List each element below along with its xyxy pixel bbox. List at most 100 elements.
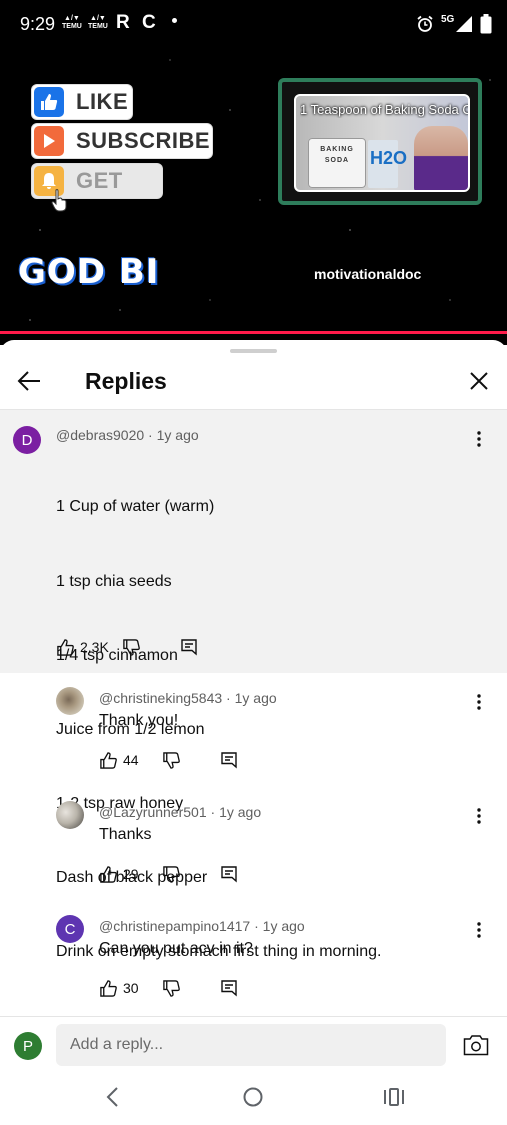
jar-label: BAKING SODA (320, 146, 354, 164)
avatar[interactable]: D (13, 426, 41, 454)
comment-time: 1y ago (234, 690, 277, 706)
reply-icon[interactable] (220, 979, 238, 997)
temu-label-2: TEMU (88, 23, 108, 30)
status-bar: 9:29 ▲/▼ TEMU ▲/▼ TEMU R C 5G (0, 0, 507, 50)
video-overlay-title: GOD BI (18, 252, 160, 292)
comment-actions: 2.3K (56, 636, 198, 658)
hand-cursor-icon (51, 189, 67, 212)
drag-handle[interactable] (230, 349, 277, 353)
temu-label-1: TEMU (62, 23, 82, 30)
comment-meta: @Lazyrunner501 · 1y ago (99, 804, 262, 820)
sheet-title: Replies (85, 368, 167, 394)
system-nav-bar (0, 1070, 507, 1125)
battery-icon (480, 14, 492, 34)
thumbs-down-icon[interactable] (122, 638, 141, 657)
comment-meta: @debras9020 · 1y ago (56, 427, 199, 443)
like-overlay-graphic: LIKE (32, 85, 132, 119)
more-options-icon[interactable] (469, 692, 489, 712)
avatar[interactable] (56, 801, 84, 829)
replies-sheet: Replies D @debras9020 · 1y ago 1 Cup of … (0, 340, 507, 1125)
get-overlay-label: GET (76, 168, 123, 193)
more-notifications-dot-icon (172, 18, 177, 23)
baking-soda-jar-image: BAKING SODA (308, 138, 366, 188)
close-icon[interactable] (466, 368, 492, 394)
comment-text: Thank you! (99, 712, 179, 729)
subscribe-overlay-label: SUBSCRIBE (76, 128, 211, 153)
temu-notification-icon: ▲/▼ TEMU (88, 15, 108, 30)
camera-icon[interactable] (463, 1034, 489, 1056)
parent-comment: D @debras9020 · 1y ago 1 Cup of water (w… (0, 410, 507, 960)
reply-icon[interactable] (220, 865, 238, 883)
video-channel-watermark: motivationaldoc (314, 266, 422, 282)
avatar-letter: P (22, 1037, 33, 1055)
user-avatar: P (14, 1032, 42, 1060)
comment-actions: 29 (99, 863, 238, 885)
play-icon (34, 126, 64, 156)
presenter-image (414, 126, 468, 190)
comment-author[interactable]: @christinepampino1417 (99, 918, 250, 934)
comment-meta: @christineking5843 · 1y ago (99, 690, 277, 706)
thumbs-up-icon (57, 638, 74, 656)
more-options-icon[interactable] (469, 429, 489, 449)
like-button[interactable]: 2.3K (56, 638, 109, 657)
like-count: 30 (123, 980, 139, 996)
comment-author[interactable]: @christineking5843 (99, 690, 222, 706)
temu-notification-icon: ▲/▼ TEMU (62, 15, 82, 30)
sheet-header: Replies (0, 354, 507, 409)
comment-time: 1y ago (219, 804, 262, 820)
like-button[interactable]: 30 (99, 979, 139, 998)
r-notification-icon: R (116, 12, 130, 33)
nav-home-icon[interactable] (242, 1086, 264, 1108)
comment-time: 1y ago (262, 918, 305, 934)
video-player[interactable]: 9:29 ▲/▼ TEMU ▲/▼ TEMU R C 5G LIKE SUBSCRI… (0, 0, 507, 345)
h2o-label: H2O (370, 148, 408, 168)
reply-item: @Lazyrunner501 · 1y ago Thanks 29 (0, 787, 507, 901)
like-count: 2.3K (80, 639, 109, 655)
signal-icon (456, 16, 472, 32)
nav-recents-icon[interactable] (383, 1087, 405, 1107)
thumbs-up-icon (100, 751, 117, 769)
comment-line: 1 Cup of water (warm) (56, 498, 215, 516)
thumbs-down-icon[interactable] (162, 979, 181, 998)
comment-time: 1y ago (156, 427, 199, 443)
avatar-letter: C (64, 920, 76, 938)
thumbs-up-icon (100, 865, 117, 883)
nav-back-icon[interactable] (102, 1086, 124, 1108)
avatar[interactable] (56, 687, 84, 715)
comment-text: Thanks (99, 826, 152, 843)
video-progress-bar[interactable] (0, 331, 507, 334)
more-options-icon[interactable] (469, 920, 489, 940)
comment-text: Can you put acv in it? (99, 940, 253, 957)
reply-item: C @christinepampino1417 · 1y ago Can you… (0, 901, 507, 1015)
thumbs-up-icon (100, 979, 117, 997)
reply-icon[interactable] (220, 751, 238, 769)
composer-divider (0, 1016, 507, 1017)
avatar[interactable]: C (56, 915, 84, 943)
back-arrow-icon[interactable] (16, 368, 42, 394)
more-options-icon[interactable] (469, 806, 489, 826)
thumbs-down-icon[interactable] (162, 865, 181, 884)
comment-actions: 44 (99, 749, 238, 771)
like-overlay-label: LIKE (76, 89, 129, 114)
like-button[interactable]: 44 (99, 751, 139, 770)
thumbs-down-icon[interactable] (162, 751, 181, 770)
thumbs-up-icon (34, 87, 64, 117)
reply-item: @christineking5843 · 1y ago Thank you! 4… (0, 673, 507, 787)
c-notification-icon: C (142, 12, 156, 33)
reply-icon[interactable] (180, 638, 198, 656)
like-button[interactable]: 29 (99, 865, 139, 884)
reply-input[interactable] (56, 1024, 446, 1066)
comment-actions: 30 (99, 977, 238, 999)
comment-meta: @christinepampino1417 · 1y ago (99, 918, 305, 934)
subscribe-overlay-graphic: SUBSCRIBE (32, 124, 212, 158)
avatar-letter: D (21, 431, 33, 449)
endcard-title: 1 Teaspoon of Baking Soda Can Do THIS to… (300, 102, 468, 117)
comment-author[interactable]: @debras9020 (56, 427, 144, 443)
alarm-icon (417, 15, 433, 32)
comment-author[interactable]: @Lazyrunner501 (99, 804, 207, 820)
like-count: 29 (123, 866, 139, 882)
endcard-thumbnail[interactable]: BAKING SODA H2O 1 Teaspoon of Baking Sod… (294, 94, 470, 192)
endcard-video-suggestion[interactable]: BAKING SODA H2O 1 Teaspoon of Baking Sod… (278, 78, 482, 205)
network-type-label: 5G (441, 14, 455, 25)
like-count: 44 (123, 752, 139, 768)
